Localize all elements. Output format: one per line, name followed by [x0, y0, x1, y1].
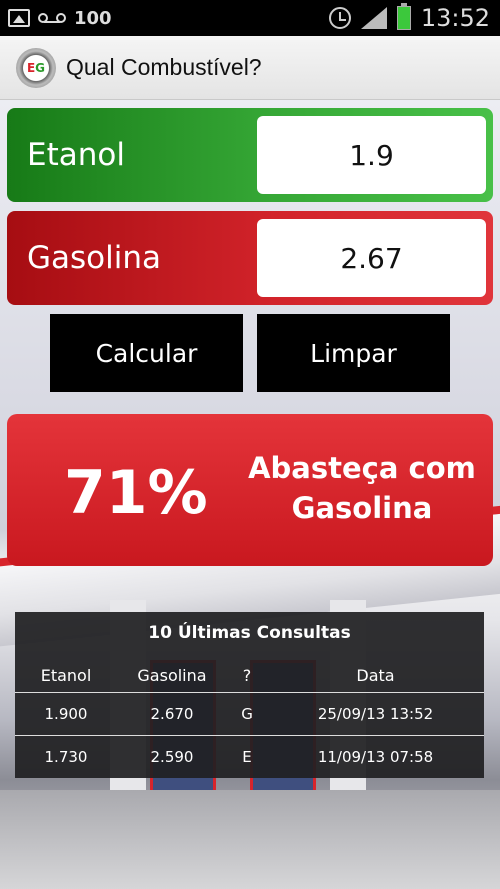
alarm-icon: [328, 7, 351, 29]
history-panel: 10 Últimas Consultas Etanol Gasolina ? D…: [15, 612, 484, 778]
app-logo-icon: EG: [16, 47, 56, 88]
clock: 13:52: [420, 4, 490, 32]
status-count: 100: [74, 7, 112, 29]
page-title: Qual Combustível?: [66, 54, 262, 80]
cell-gasolina: 2.590: [117, 735, 227, 778]
column-header-choice: ?: [242, 665, 252, 685]
cell-etanol: 1.900: [15, 692, 117, 736]
gasolina-label: Gasolina: [27, 240, 162, 276]
history-title: 10 Últimas Consultas: [148, 623, 351, 643]
cell-data: 11/09/13 07:58: [267, 735, 484, 778]
gasolina-row: Gasolina: [7, 211, 493, 305]
advice-line-2: Gasolina: [291, 491, 433, 525]
cell-choice: E: [227, 735, 267, 778]
history-header-row: Etanol Gasolina ? Data: [15, 658, 484, 693]
table-row: 1.730 2.590 E 11/09/13 07:58: [15, 735, 484, 778]
image-icon: [8, 9, 30, 27]
status-bar: 100 13:52: [0, 0, 500, 36]
column-header-gasolina: Gasolina: [137, 665, 207, 685]
table-row: 1.900 2.670 G 25/09/13 13:52: [15, 692, 484, 736]
etanol-row: Etanol: [7, 108, 493, 202]
column-header-etanol: Etanol: [40, 665, 92, 685]
battery-icon: [396, 3, 411, 30]
etanol-label: Etanol: [27, 137, 125, 173]
logo-letter-g: G: [35, 60, 46, 75]
logo-letter-e: E: [26, 60, 36, 75]
cell-gasolina: 2.670: [117, 692, 227, 736]
cell-choice: G: [227, 692, 267, 736]
ground: [0, 790, 500, 889]
signal-icon: [360, 7, 387, 29]
history-table: Etanol Gasolina ? Data 1.900 2.670 G 25/…: [15, 658, 484, 778]
gasolina-price-input[interactable]: [257, 219, 486, 297]
cell-data: 25/09/13 13:52: [267, 692, 484, 736]
app-title-bar: EG Qual Combustível?: [0, 36, 500, 100]
cell-etanol: 1.730: [15, 735, 117, 778]
result-panel: 71% Abasteça com Gasolina: [7, 414, 493, 566]
result-percent: 71%: [64, 458, 208, 528]
voicemail-icon: [38, 11, 66, 25]
advice-line-1: Abasteça com: [248, 451, 476, 485]
result-advice: Abasteça com Gasolina: [242, 448, 482, 528]
column-header-data: Data: [356, 665, 395, 685]
limpar-button[interactable]: Limpar: [257, 314, 450, 392]
calcular-button[interactable]: Calcular: [50, 314, 243, 392]
etanol-price-input[interactable]: [257, 116, 486, 194]
